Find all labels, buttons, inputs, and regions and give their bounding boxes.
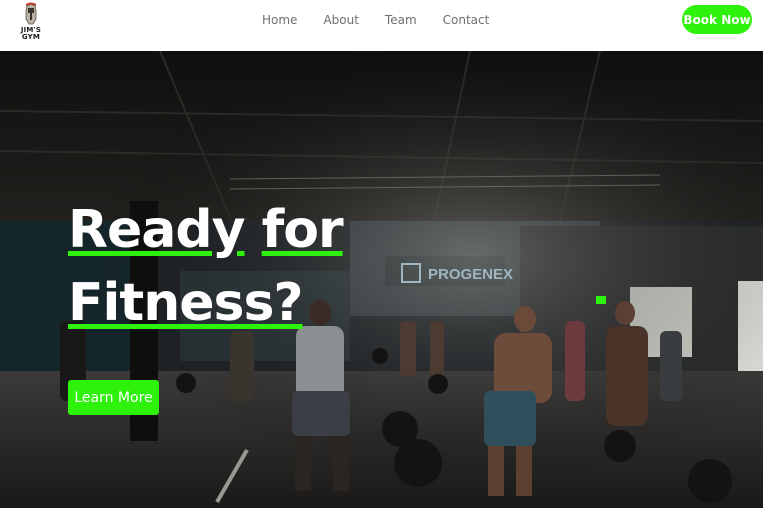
nav-home[interactable]: Home (262, 12, 297, 32)
book-now-button[interactable]: Book Now (682, 5, 752, 34)
headline-word-fitness: Fitness? (68, 273, 304, 333)
headline-line-1: Ready for (68, 194, 468, 267)
hero-headline: Ready for Fitness? (68, 194, 468, 340)
nav-about[interactable]: About (323, 12, 358, 32)
headline-word-for: for (261, 200, 344, 260)
main-nav: Home About Team Contact (262, 12, 515, 32)
learn-more-button[interactable]: Learn More (68, 380, 159, 415)
gym-logo[interactable]: JIM'S GYM (14, 2, 48, 46)
hero-section: PROGENEX Ready for Fitness? Learn More (0, 51, 763, 508)
logo-text: JIM'S GYM (20, 26, 42, 41)
headline-line-2: Fitness? (68, 267, 468, 340)
headline-word-ready: Ready (68, 200, 246, 260)
spartan-helmet-icon (25, 2, 37, 25)
nav-contact[interactable]: Contact (443, 12, 490, 32)
nav-team[interactable]: Team (385, 12, 417, 32)
site-header: JIM'S GYM Home About Team Contact Book N… (0, 0, 763, 51)
